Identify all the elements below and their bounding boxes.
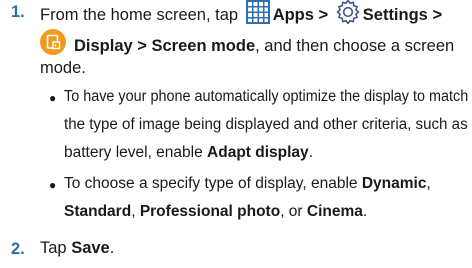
punctuation: , or <box>280 203 307 220</box>
bullet-marker: ● <box>49 91 57 105</box>
settings-label: Settings <box>362 6 428 24</box>
punctuation: . <box>109 239 115 257</box>
save-label: Save <box>71 239 110 257</box>
standard-option: Standard <box>64 203 132 220</box>
bullet-1-text: battery level, enable <box>64 144 208 161</box>
punctuation: , <box>426 175 431 192</box>
path-separator: > <box>432 6 443 24</box>
apps-grid-icon <box>245 0 270 30</box>
bullet-2-line-2: Standard, Professional photo, or Cinema. <box>64 201 367 223</box>
punctuation: . <box>362 203 368 220</box>
path-separator: > <box>318 6 329 24</box>
step-1-number: 1. <box>11 3 25 21</box>
settings-gear-icon <box>336 0 360 30</box>
instruction-document: 1. From the home screen, tap Apps > Sett… <box>0 0 472 268</box>
step-1-line-1: From the home screen, tap Apps > Setting… <box>40 0 442 30</box>
bullet-2-text: To choose a specify type of display, ena… <box>64 175 362 192</box>
cinema-option: Cinema <box>306 203 363 220</box>
step-1-tail-text: , and then choose a screen <box>255 37 455 55</box>
apps-label: Apps <box>272 6 314 24</box>
bullet-marker: ● <box>49 178 57 192</box>
step-2-lead-text: Tap <box>40 239 72 257</box>
dynamic-option: Dynamic <box>361 175 427 192</box>
bullet-1-line-2: the type of image being displayed and ot… <box>64 116 468 133</box>
step-1-tail-text-2: mode. <box>40 59 86 77</box>
punctuation: . <box>308 144 313 161</box>
step-1-line-2: Display > Screen mode, and then choose a… <box>40 29 454 61</box>
bullet-2-line-1: To choose a specify type of display, ena… <box>64 173 431 195</box>
step-1-lead-text: From the home screen, tap <box>40 6 239 24</box>
step-2-line-1: Tap Save. <box>40 237 114 259</box>
professional-photo-option: Professional photo <box>139 203 281 220</box>
step-2-number: 2. <box>11 240 25 258</box>
bullet-1-line-3: battery level, enable Adapt display. <box>64 142 313 164</box>
display-screen-mode-path: Display > Screen mode <box>74 37 256 55</box>
punctuation: , <box>131 203 140 220</box>
adapt-display-option: Adapt display <box>207 144 309 161</box>
step-1-line-3: mode. <box>40 57 86 79</box>
bullet-1-line-1: To have your phone automatically optimiz… <box>64 88 469 105</box>
